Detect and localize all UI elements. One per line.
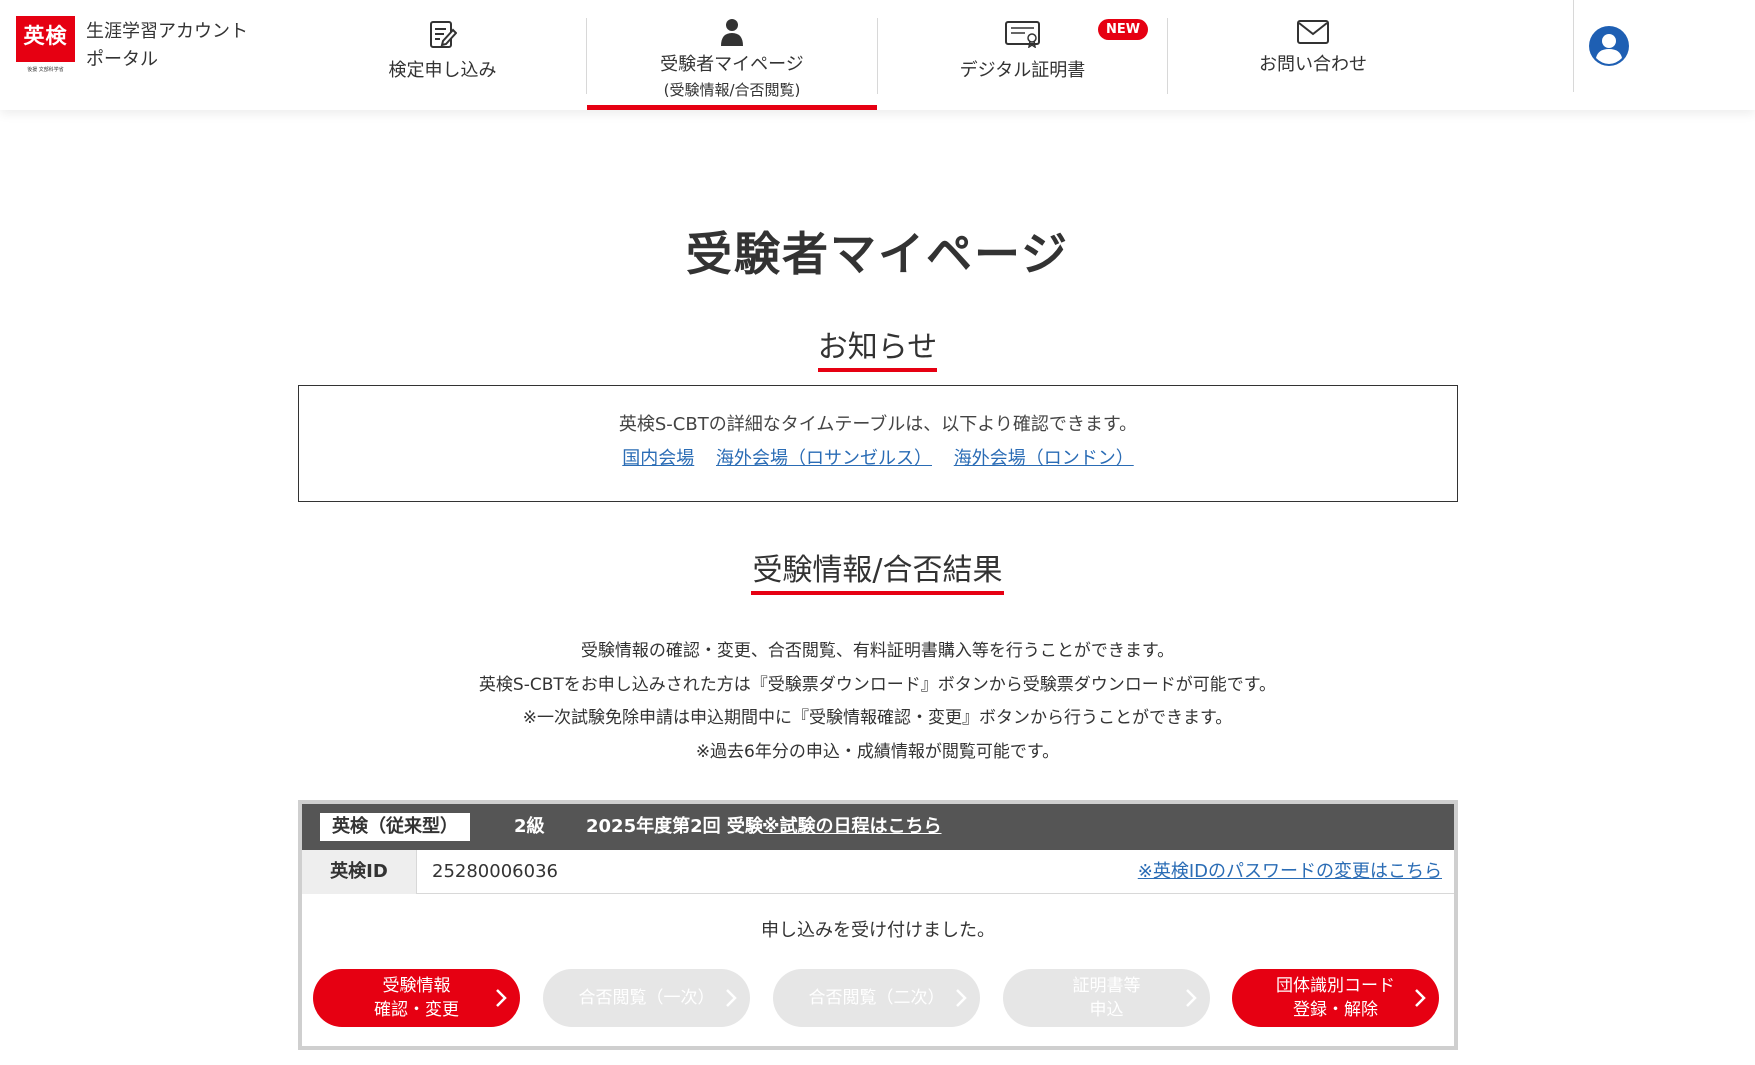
nav-mypage-label: 受験者マイページ xyxy=(660,54,804,75)
results-title-underline xyxy=(751,591,1004,595)
results-desc-line: ※一次試験免除申請は申込期間中に『受験情報確認・変更』ボタンから行うことができま… xyxy=(522,708,1233,728)
logo-text: 英検 xyxy=(23,24,68,48)
eiken-id-row: 英検ID 25280006036 ※英検IDのパスワードの変更はこちら xyxy=(302,850,1454,894)
portal-name-line2: ポータル xyxy=(86,49,158,70)
exam-info-confirm-button[interactable]: 受験情報 確認・変更 xyxy=(313,969,520,1027)
button-label: 証明書等 申込 xyxy=(1032,974,1182,1022)
exam-schedule-link[interactable]: ※試験の日程はこちら xyxy=(762,804,942,850)
certificate-apply-button[interactable]: 証明書等 申込 xyxy=(1003,969,1210,1027)
nav-divider xyxy=(1573,0,1574,92)
new-badge: NEW xyxy=(1098,19,1148,40)
nav-application-label: 検定申し込み xyxy=(388,60,497,81)
eiken-logo[interactable]: 英検 後援 文部科学省 xyxy=(16,16,75,78)
button-label-line1: 受験情報 xyxy=(382,976,451,996)
chevron-right-icon xyxy=(1186,989,1197,1007)
page-title: 受験者マイページ xyxy=(685,227,1070,281)
nav-digital-certificate-label: デジタル証明書 xyxy=(959,60,1086,81)
exam-card: 英検（従来型） 2級 2025年度第2回 受験 ※試験の日程はこちら 英検ID … xyxy=(298,800,1458,1050)
nav-digital-certificate[interactable]: デジタル証明書 xyxy=(878,0,1167,110)
link-overseas-london[interactable]: 海外会場（ロンドン） xyxy=(954,448,1134,469)
notice-box: 英検S-CBTの詳細なタイムテーブルは、以下より確認できます。 国内会場 海外会… xyxy=(298,385,1458,502)
results-desc-line: 英検S-CBTをお申し込みされた方は『受験票ダウンロード』ボタンから受験票ダウン… xyxy=(478,675,1277,695)
notice-links: 国内会場 海外会場（ロサンゼルス） 海外会場（ロンドン） xyxy=(299,444,1457,470)
user-account-button[interactable] xyxy=(1588,25,1630,67)
logo-sub: 後援 文部科学省 xyxy=(16,62,75,78)
nav-application[interactable]: 検定申し込み xyxy=(300,0,585,110)
results-desc-line: 受験情報の確認・変更、合否閲覧、有料証明書購入等を行うことができます。 xyxy=(580,641,1175,661)
mail-icon xyxy=(1297,20,1329,48)
chevron-right-icon xyxy=(496,989,507,1007)
button-label: 受験情報 確認・変更 xyxy=(342,974,492,1022)
link-overseas-los-angeles[interactable]: 海外会場（ロサンゼルス） xyxy=(716,448,932,469)
chevron-right-icon xyxy=(1415,989,1426,1007)
exam-card-header: 英検（従来型） 2級 2025年度第2回 受験 ※試験の日程はこちら xyxy=(302,804,1454,850)
portal-name: 生涯学習アカウント ポータル xyxy=(86,18,276,74)
eiken-id-value: 25280006036 xyxy=(432,861,558,882)
certificate-icon xyxy=(1004,20,1041,52)
notice-title-underline xyxy=(818,368,937,372)
portal-name-line1: 生涯学習アカウント xyxy=(86,21,248,42)
button-label-line2: 申込 xyxy=(1089,1000,1124,1020)
exam-type-label: 英検（従来型） xyxy=(320,813,470,841)
user-account-icon xyxy=(1588,26,1630,71)
eiken-id-label: 英検ID xyxy=(302,850,417,894)
button-label: 団体識別コード 登録・解除 xyxy=(1261,974,1411,1022)
nav-contact[interactable]: お問い合わせ xyxy=(1168,0,1458,110)
person-icon xyxy=(720,17,744,51)
nav-active-indicator xyxy=(587,105,877,110)
application-status: 申し込みを受け付けました。 xyxy=(761,920,995,941)
button-label: 合否閲覧（二次） xyxy=(808,988,945,1008)
exam-session: 2025年度第2回 受験 xyxy=(586,816,763,837)
form-edit-icon xyxy=(429,20,457,54)
nav-mypage[interactable]: 受験者マイページ (受験情報/合否閲覧) xyxy=(587,0,877,110)
link-domestic-venue[interactable]: 国内会場 xyxy=(622,448,694,469)
chevron-right-icon xyxy=(726,989,737,1007)
exam-grade: 2級 xyxy=(514,816,545,837)
button-label-line2: 確認・変更 xyxy=(374,1000,459,1020)
nav-mypage-sublabel: (受験情報/合否閲覧) xyxy=(663,81,801,99)
result-second-stage-button[interactable]: 合否閲覧（二次） xyxy=(773,969,980,1027)
result-first-stage-button[interactable]: 合否閲覧（一次） xyxy=(543,969,750,1027)
button-label-line1: 団体識別コード xyxy=(1276,976,1395,996)
results-section-title: 受験情報/合否結果 xyxy=(752,553,1003,588)
group-code-register-button[interactable]: 団体識別コード 登録・解除 xyxy=(1232,969,1439,1027)
nav-contact-label: お問い合わせ xyxy=(1259,54,1367,75)
notice-section-title: お知らせ xyxy=(817,330,938,365)
notice-text: 英検S-CBTの詳細なタイムテーブルは、以下より確認できます。 xyxy=(618,414,1138,435)
results-desc-line: ※過去6年分の申込・成績情報が閲覧可能です。 xyxy=(695,742,1060,762)
change-password-link[interactable]: ※英検IDのパスワードの変更はこちら xyxy=(1138,850,1442,894)
site-header: 英検 後援 文部科学省 生涯学習アカウント ポータル 検定申し込み 受験者マイペ xyxy=(0,0,1755,110)
button-label-line1: 証明書等 xyxy=(1072,976,1141,996)
button-label-line2: 登録・解除 xyxy=(1293,1000,1378,1020)
button-label: 合否閲覧（一次） xyxy=(578,988,715,1008)
chevron-right-icon xyxy=(956,989,967,1007)
